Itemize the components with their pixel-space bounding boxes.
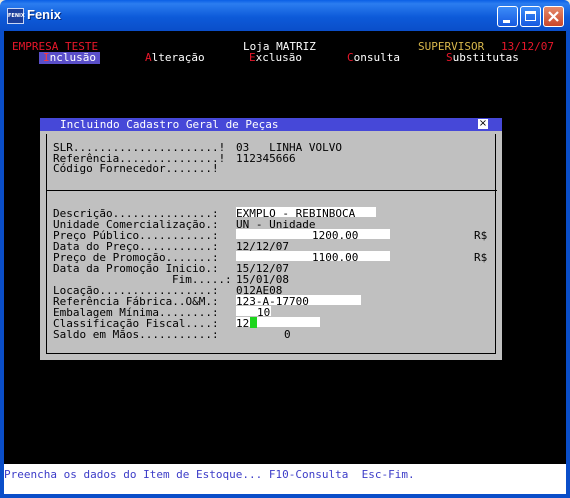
dialog-titlebar: Incluindo Cadastro Geral de Peças × <box>40 118 502 131</box>
close-icon: × <box>478 118 488 129</box>
cadastro-dialog: Incluindo Cadastro Geral de Peças × SLR.… <box>40 118 502 360</box>
preco-promocao-currency: R$ <box>474 251 488 264</box>
menu-hotkey: C <box>347 51 354 64</box>
maximize-button[interactable] <box>520 6 541 27</box>
menu-label: onsulta <box>353 51 400 64</box>
menu-hotkey: I <box>43 51 50 64</box>
close-icon <box>548 11 559 22</box>
dialog-title: Incluindo Cadastro Geral de Peças <box>60 118 279 131</box>
menu-hotkey: E <box>249 51 256 64</box>
text-cursor <box>250 317 257 328</box>
classificacao-fiscal-value: 12 <box>236 317 250 330</box>
minimize-button[interactable] <box>497 6 518 27</box>
status-message: Preencha os dados do Item de Estoque... … <box>4 468 415 481</box>
preco-promocao-value: 1100.00 <box>312 251 359 264</box>
menu-label: ubstitutas <box>452 51 519 64</box>
menu-inclusao[interactable]: Inclusão <box>39 52 100 64</box>
menu-hotkey: A <box>145 51 152 64</box>
menu-label: xclusão <box>255 51 302 64</box>
close-button[interactable] <box>543 6 564 27</box>
menu-label: lteração <box>151 51 205 64</box>
menu-exclusao[interactable]: Exclusão <box>249 52 302 64</box>
menu-consulta[interactable]: Consulta <box>347 52 400 64</box>
status-bar: Preencha os dados do Item de Estoque... … <box>4 464 566 494</box>
window-titlebar: FENIX Fenix <box>0 0 570 31</box>
saldo-value: 0 <box>284 328 291 341</box>
codigo-fornecedor-label: Código Fornecedor.......! <box>53 162 219 175</box>
minimize-icon <box>503 20 510 23</box>
menu-alteracao[interactable]: Alteração <box>145 52 205 64</box>
saldo-label: Saldo em Mãos...........: <box>53 328 219 341</box>
app-icon: FENIX <box>7 8 25 24</box>
dialog-close-button[interactable]: × <box>478 119 488 129</box>
maximize-icon <box>525 11 536 21</box>
menu-hotkey: S <box>446 51 453 64</box>
window-title: Fenix <box>27 7 61 22</box>
preco-publico-currency: R$ <box>474 229 488 242</box>
preco-publico-value: 1200.00 <box>312 229 359 242</box>
menu-substitutas[interactable]: Substitutas <box>446 52 519 64</box>
menu-label: nclusão <box>49 51 96 64</box>
dialog-divider <box>46 190 497 191</box>
referencia-value: 112345666 <box>236 152 296 165</box>
